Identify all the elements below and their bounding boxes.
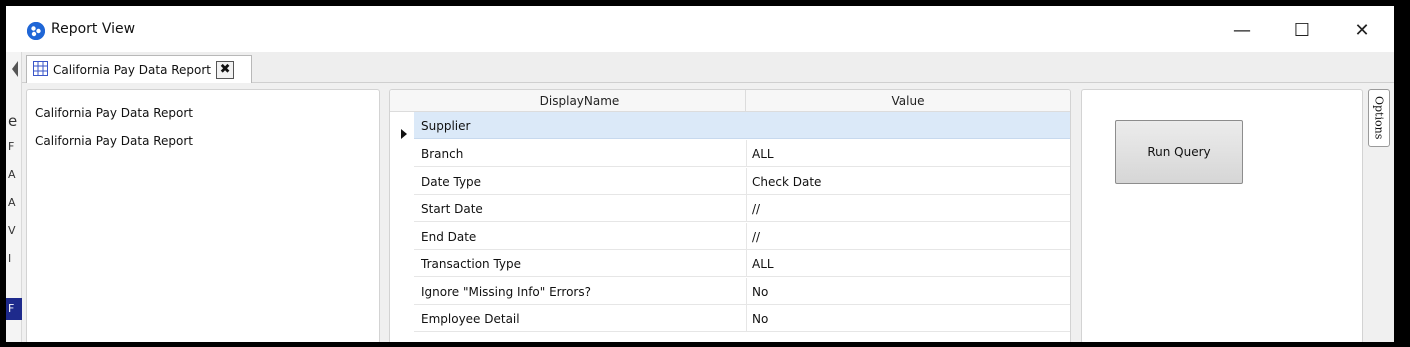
- close-button[interactable]: ✕: [1339, 12, 1385, 48]
- current-row-arrow-icon: [401, 129, 407, 139]
- title-bar[interactable]: Report View — ☐ ✕: [6, 6, 1394, 52]
- maximize-button[interactable]: ☐: [1279, 12, 1325, 48]
- tab-scroll-left-icon[interactable]: [12, 61, 18, 77]
- window-title: Report View: [51, 21, 136, 37]
- report-content: California Pay Data Report California Pa…: [22, 83, 1394, 342]
- background-letter: V: [8, 224, 16, 237]
- tab-label: California Pay Data Report: [53, 62, 212, 77]
- report-list-item[interactable]: California Pay Data Report: [35, 134, 193, 148]
- background-letter: A: [8, 196, 16, 209]
- run-query-button[interactable]: Run Query: [1115, 120, 1243, 184]
- report-list-item[interactable]: California Pay Data Report: [35, 106, 193, 120]
- background-letter: F: [8, 140, 15, 153]
- actions-panel: Run Query: [1081, 89, 1363, 342]
- row-indicator-column: [390, 112, 414, 342]
- row-name: Date Type: [421, 175, 482, 189]
- row-name: Ignore "Missing Info" Errors?: [421, 285, 591, 299]
- grid-row[interactable]: Date Type Check Date: [414, 168, 1070, 195]
- report-view-window: Report View — ☐ ✕ e F A A V I F Californ…: [6, 6, 1394, 342]
- grid-row[interactable]: Start Date //: [414, 195, 1070, 222]
- tab-close-button[interactable]: ✖: [216, 60, 235, 79]
- report-list-panel: California Pay Data Report California Pa…: [26, 89, 380, 342]
- row-value[interactable]: ALL: [752, 147, 774, 161]
- grid-header: DisplayName Value: [390, 90, 1070, 112]
- row-name: Transaction Type: [421, 257, 522, 271]
- grid-icon: [33, 60, 48, 79]
- row-name: Employee Detail: [421, 312, 520, 326]
- maximize-icon: ☐: [1293, 19, 1311, 41]
- grid-row[interactable]: Transaction Type ALL: [414, 250, 1070, 277]
- app-icon: [27, 22, 45, 40]
- grid-row[interactable]: Ignore "Missing Info" Errors? No: [414, 278, 1070, 305]
- background-app-strip: e F A A V I F: [6, 52, 22, 342]
- row-name: Supplier: [421, 119, 471, 133]
- cell-divider: [746, 250, 747, 277]
- parameter-grid: DisplayName Value Supplier Branch ALL Da…: [389, 89, 1071, 342]
- minimize-icon: —: [1233, 19, 1251, 41]
- grid-row[interactable]: End Date //: [414, 223, 1070, 250]
- row-name: Start Date: [421, 202, 483, 216]
- column-header-displayname[interactable]: DisplayName: [414, 90, 746, 112]
- cell-divider: [746, 168, 747, 195]
- cell-divider: [746, 223, 747, 250]
- row-value[interactable]: No: [752, 312, 768, 326]
- column-header-value[interactable]: Value: [746, 90, 1070, 112]
- background-letter: e: [8, 112, 18, 130]
- background-letter: F: [8, 302, 15, 315]
- row-value[interactable]: Check Date: [752, 175, 821, 189]
- background-letter: I: [8, 252, 12, 265]
- grid-row[interactable]: Employee Detail No: [414, 305, 1070, 332]
- background-letter: A: [8, 168, 16, 181]
- cell-divider: [746, 195, 747, 222]
- options-label: Options: [1372, 96, 1386, 140]
- cell-divider: [746, 140, 747, 167]
- cell-divider: [746, 305, 747, 332]
- grid-row[interactable]: Branch ALL: [414, 140, 1070, 167]
- row-name: End Date: [421, 230, 477, 244]
- close-icon: ✕: [1354, 19, 1370, 41]
- tab-california-pay-data-report[interactable]: California Pay Data Report ✖: [26, 55, 252, 83]
- row-name: Branch: [421, 147, 464, 161]
- background-highlight: F: [6, 298, 22, 320]
- minimize-button[interactable]: —: [1219, 12, 1265, 48]
- row-value[interactable]: ALL: [752, 257, 774, 271]
- options-tab[interactable]: Options: [1368, 89, 1390, 147]
- row-value[interactable]: //: [752, 230, 760, 244]
- tab-strip: California Pay Data Report ✖: [22, 52, 1394, 83]
- row-value[interactable]: //: [752, 202, 760, 216]
- grid-row[interactable]: Supplier: [414, 112, 1070, 139]
- row-value[interactable]: No: [752, 285, 768, 299]
- cell-divider: [746, 278, 747, 305]
